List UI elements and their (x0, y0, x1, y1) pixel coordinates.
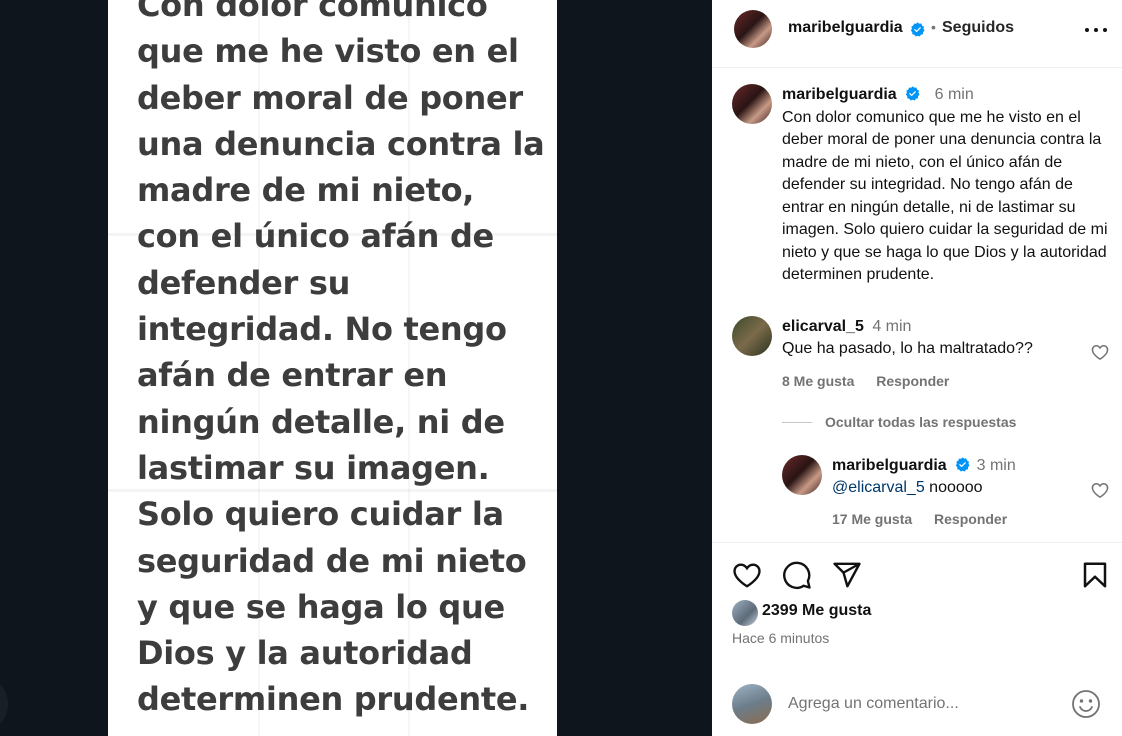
reply-avatar[interactable] (782, 455, 822, 495)
post-image-text: Con dolor comunico que me he visto en el… (137, 0, 545, 719)
commenter-avatar[interactable] (732, 316, 772, 356)
reply-time[interactable]: 3 min (977, 457, 1016, 474)
verified-badge-icon (956, 457, 970, 472)
media-pane: Con dolor comunico que me he visto en el… (0, 0, 712, 736)
caption-text: Con dolor comunico que me he visto en el… (782, 108, 1108, 284)
commenter-username[interactable]: elicarval_5 (782, 318, 864, 335)
caption-time[interactable]: 6 min (935, 86, 974, 103)
comment-time[interactable]: 4 min (872, 318, 911, 335)
post-actions (712, 542, 1122, 602)
hide-replies-label[interactable]: Ocultar todas las respuestas (825, 414, 1016, 430)
reply-text: @elicarval_5 nooooo (832, 477, 1082, 499)
reply-like-heart-icon[interactable] (1090, 480, 1110, 500)
comment-bubble-icon[interactable] (782, 560, 812, 590)
verified-badge-icon (906, 86, 920, 101)
comment-input[interactable] (788, 692, 1058, 716)
verified-badge-icon (910, 22, 925, 37)
comment-meta: 8 Me gusta Responder (782, 373, 967, 389)
caption-avatar[interactable] (732, 84, 772, 124)
author-avatar[interactable] (734, 10, 772, 48)
reply-body: maribelguardia 3 min @elicarval_5 nooooo (832, 455, 1082, 499)
add-comment-bar (712, 668, 1122, 736)
replies-divider-line (782, 422, 812, 423)
likes-count[interactable]: 2399 Me gusta (762, 602, 871, 620)
reply-item: maribelguardia 3 min @elicarval_5 nooooo… (782, 455, 1114, 535)
reply-reply-button[interactable]: Responder (934, 511, 1007, 527)
separator-dot: • (931, 19, 936, 35)
reply-likes[interactable]: 17 Me gusta (832, 511, 912, 527)
liker-avatar[interactable] (732, 600, 758, 626)
current-user-avatar (732, 684, 772, 724)
more-options-icon[interactable] (1082, 18, 1110, 42)
paper-plane-icon[interactable] (832, 560, 862, 590)
caption-body: maribelguardia 6 min Con dolor comunico … (782, 84, 1114, 287)
post-header: maribelguardia • Seguidos (712, 0, 1122, 68)
following-button[interactable]: Seguidos (942, 19, 1014, 37)
bookmark-icon[interactable] (1080, 560, 1110, 590)
post-image: Con dolor comunico que me he visto en el… (108, 0, 557, 736)
comment-item: elicarval_5 4 min Que ha pasado, lo ha m… (732, 316, 1114, 396)
post-timestamp[interactable]: Hace 6 minutos (732, 630, 829, 646)
previous-post-button[interactable] (0, 682, 8, 726)
caption-username[interactable]: maribelguardia (782, 86, 897, 103)
comment-body: elicarval_5 4 min Que ha pasado, lo ha m… (782, 316, 1082, 360)
author-username[interactable]: maribelguardia (788, 19, 903, 37)
comment-like-heart-icon[interactable] (1090, 342, 1110, 362)
reply-button[interactable]: Responder (876, 373, 949, 389)
reply-message: nooooo (924, 479, 983, 496)
comment-text: Que ha pasado, lo ha maltratado?? (782, 340, 1033, 357)
emoji-icon[interactable] (1070, 688, 1102, 720)
reply-mention[interactable]: @elicarval_5 (832, 479, 925, 496)
hide-replies-toggle[interactable]: Ocultar todas las respuestas (782, 413, 1102, 433)
heart-icon[interactable] (732, 560, 762, 590)
reply-username[interactable]: maribelguardia (832, 457, 947, 474)
reply-meta: 17 Me gusta Responder (832, 511, 1025, 527)
comments-section[interactable]: maribelguardia 6 min Con dolor comunico … (712, 68, 1122, 542)
comment-likes[interactable]: 8 Me gusta (782, 373, 854, 389)
post-side-panel: maribelguardia • Seguidos maribelguardia… (712, 0, 1122, 736)
